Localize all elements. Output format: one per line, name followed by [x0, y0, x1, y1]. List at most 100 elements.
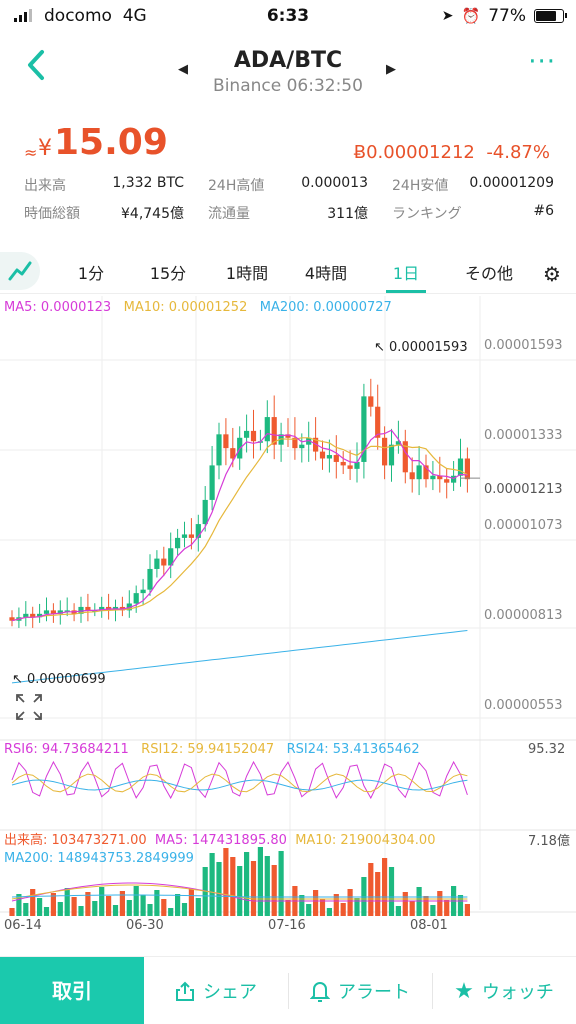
candle-body [188, 534, 194, 538]
chart-type-icon[interactable] [0, 252, 40, 290]
share-icon [176, 981, 194, 1001]
volume-bar [340, 903, 346, 916]
volume-bar [175, 894, 181, 916]
next-pair-icon[interactable]: ▶ [386, 62, 396, 77]
candle-body [216, 434, 222, 466]
bottom-bar: 取引 シェア アラート ★ ウォッチ [0, 956, 576, 1024]
candle-body [209, 465, 215, 500]
volume-bar [71, 897, 77, 916]
more-icon[interactable]: ··· [528, 49, 556, 75]
candle-body [375, 406, 381, 438]
vol-ma10-legend: MA10: 219004304.00 [295, 833, 436, 848]
candle-body [430, 475, 436, 480]
low-annotation: ↖ 0.00000699 [12, 672, 106, 687]
volume-bar [126, 900, 132, 916]
timeframe-tabs: 1分 15分 1時間 4時間 1日 その他 ⚙ [0, 248, 576, 294]
price-value: 15.09 [54, 122, 168, 163]
alarm-icon: ⏰ [461, 7, 481, 25]
volume-bar [106, 896, 112, 916]
expand-icon[interactable] [14, 692, 44, 722]
candle-body [299, 444, 305, 449]
volume-bar [99, 887, 105, 916]
candle-body [382, 437, 388, 466]
share-label: シェア [203, 982, 257, 1003]
volume-bar [409, 901, 415, 916]
tab-other[interactable]: その他 [454, 260, 524, 284]
candle-body [326, 455, 332, 459]
high-label: 24H高値 [208, 178, 265, 194]
vol-ma200-legend: MA200: 148943753.2849999 [4, 851, 194, 866]
watch-button[interactable]: ★ ウォッチ [432, 957, 576, 1024]
pair-title: ADA/BTC [233, 48, 343, 73]
candle-body [340, 461, 346, 466]
volume-bar [444, 900, 450, 916]
volume-bar [375, 872, 381, 916]
rsi6-legend: RSI6: 94.73684211 [4, 742, 129, 757]
rsi12-legend: RSI12: 59.94152047 [141, 742, 275, 757]
volume-bar [133, 886, 139, 916]
volume-bar [9, 908, 15, 916]
star-icon: ★ [454, 978, 474, 1004]
trade-button[interactable]: 取引 [0, 957, 144, 1024]
volume-value: 1,332 BTC [112, 175, 184, 191]
volume-bar [112, 905, 119, 916]
active-tab-indicator [386, 290, 426, 293]
axis-label: 0.00001073 [484, 518, 563, 533]
volume-bar [154, 890, 160, 916]
rsi-legend: RSI6: 94.73684211 RSI12: 59.94152047 RSI… [4, 742, 420, 757]
volume-bar [23, 903, 29, 916]
volume-legend: 出来高: 103473271.00 MA5: 147431895.80 MA10… [4, 832, 435, 868]
candle-body [202, 499, 208, 525]
bell-icon [310, 982, 330, 1002]
candle-body [147, 568, 153, 590]
status-bar: docomo 4G 6:33 ➤ ⏰ 77% [0, 0, 576, 32]
alert-button[interactable]: アラート [288, 957, 432, 1024]
ma10-legend: MA10: 0.00001252 [123, 300, 248, 315]
ma200-legend: MA200: 0.00000727 [259, 300, 392, 315]
volume-bar [140, 895, 146, 916]
volume-bar [78, 906, 84, 916]
alert-label: アラート [338, 982, 410, 1003]
volume-bar [57, 902, 63, 916]
tab-4hour[interactable]: 4時間 [291, 260, 361, 284]
vol-max-label: 7.18億 [528, 834, 570, 849]
vol-ma5-legend: MA5: 147431895.80 [154, 833, 287, 848]
candle-body [333, 455, 339, 462]
candle-body [181, 534, 188, 538]
candle-body [140, 589, 146, 594]
date-label: 07-16 [268, 918, 306, 933]
volume-bar [437, 891, 443, 916]
volume-bar [388, 867, 395, 916]
candle-body [250, 430, 257, 442]
candle-body [388, 444, 395, 466]
axis-label: 0.00001333 [484, 428, 563, 443]
axis-label: 0.00000813 [484, 608, 563, 623]
date-label: 08-01 [410, 918, 448, 933]
share-button[interactable]: シェア [144, 957, 288, 1024]
rank-value: #6 [533, 203, 554, 219]
ma-legend: MA5: 0.0000123 MA10: 0.00001252 MA200: 0… [4, 300, 392, 315]
candle-body [264, 417, 270, 442]
tab-1min[interactable]: 1分 [56, 260, 126, 284]
volume-bar [195, 898, 201, 916]
axis-label: 0.00001593 [484, 338, 563, 353]
candle-body [133, 593, 139, 604]
mcap-label: 時価総額 [24, 206, 80, 222]
axis-label: 0.00001213 [484, 482, 563, 497]
volume-label: 出来高 [24, 178, 66, 194]
tab-15min[interactable]: 15分 [133, 260, 203, 284]
tab-1hour[interactable]: 1時間 [212, 260, 282, 284]
volume-bar [271, 865, 277, 916]
volume-bar [188, 889, 194, 916]
vol-legend: 出来高: 103473271.00 [4, 833, 147, 848]
volume-bar [64, 888, 70, 916]
location-icon: ➤ [441, 8, 454, 24]
volume-bar [306, 904, 312, 916]
volume-bar [181, 903, 188, 916]
rank-label: ランキング [392, 206, 462, 222]
volume-bar [168, 908, 174, 916]
tab-1day[interactable]: 1日 [371, 260, 441, 284]
axis-label: 0.00000553 [484, 698, 563, 713]
volume-bar [395, 906, 401, 916]
gear-icon[interactable]: ⚙ [543, 262, 561, 286]
